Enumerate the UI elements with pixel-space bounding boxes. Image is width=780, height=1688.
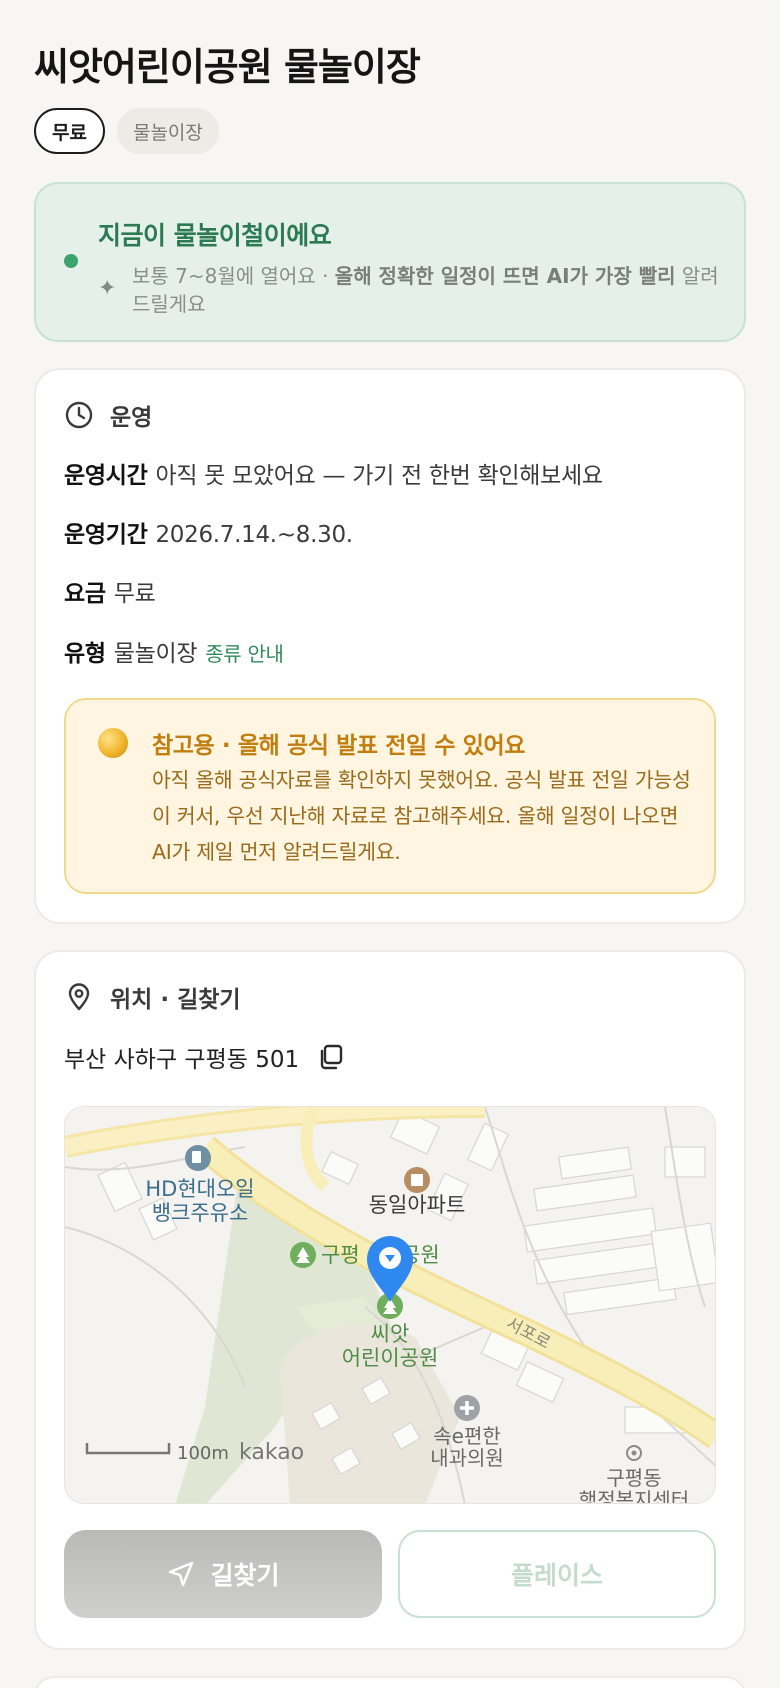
type-row: 유형 물놀이장 종류 안내 [64, 634, 284, 668]
map-pin-label: 씨앗 [371, 1322, 410, 1346]
action-buttons: 길찾기 플레이스 [64, 1530, 716, 1618]
hours-value: 아직 못 모았어요 — 가기 전 한번 확인해보세요 [155, 463, 603, 489]
operation-card: 운영 운영시간 아직 못 모았어요 — 가기 전 한번 확인해보세요 운영기간 20… [34, 368, 746, 924]
location-header: 위치 · 길찾기 [64, 980, 241, 1014]
type-chip[interactable]: 물놀이장 [116, 108, 219, 154]
map-view[interactable]: 서포로 HD현대오일 뱅크주유소 동일아파트 구평 공원 씨앗 어린이공원 속e… [64, 1106, 716, 1504]
clock-icon [65, 401, 93, 429]
operation-label: 운영 [110, 405, 153, 431]
period-row: 운영기간 2026.7.14.~8.30. [64, 515, 353, 549]
season-description: 보통 7~8월에 열어요 · 올해 정확한 일정이 뜨면 AI가 가장 빨리 알… [132, 262, 732, 318]
type-key: 유형 [64, 641, 106, 667]
route-button[interactable]: 길찾기 [64, 1530, 382, 1618]
map-brand-logo: kakao [239, 1440, 304, 1465]
fee-chip[interactable]: 무료 [34, 108, 105, 154]
type-guide-link[interactable]: 종류 안내 [205, 642, 284, 666]
hours-row: 운영시간 아직 못 모았어요 — 가기 전 한번 확인해보세요 [64, 456, 603, 490]
map-pin-label-2: 어린이공원 [342, 1346, 439, 1370]
season-text-plain: 보통 7~8월에 열어요 · [132, 264, 335, 288]
map-scale-label: 100m [177, 1443, 229, 1464]
copy-icon[interactable] [317, 1043, 345, 1071]
reference-notice: 참고용 · 올해 공식 발표 전일 수 있어요 아직 올해 공식자료를 확인하지… [64, 698, 716, 894]
address-row: 부산 사하구 구평동 501 [64, 1040, 345, 1074]
operation-header: 운영 [64, 398, 152, 432]
next-card-peek [34, 1676, 746, 1688]
location-card: 위치 · 길찾기 부산 사하구 구평동 501 서포로 HD현대오일 뱅크주유소… [34, 950, 746, 1650]
map-clinic-label: 속e편한 [433, 1424, 501, 1448]
place-button[interactable]: 플레이스 [398, 1530, 716, 1618]
location-label: 위치 · 길찾기 [110, 987, 241, 1013]
place-button-label: 플레이스 [510, 1562, 603, 1590]
hours-key: 운영시간 [64, 463, 148, 489]
map-clinic-label-2: 내과의원 [430, 1446, 504, 1470]
season-headline: 지금이 물놀이철이에요 [98, 221, 332, 250]
map-office-label: 구평동 [606, 1466, 661, 1490]
map-gas-station-label: HD현대오일 [145, 1177, 254, 1201]
type-value: 물놀이장 [113, 641, 198, 667]
status-dot-icon [64, 254, 78, 268]
map-apartment-label: 동일아파트 [369, 1193, 466, 1217]
map-park-label: 구평 [321, 1243, 360, 1267]
period-value: 2026.7.14.~8.30. [155, 522, 353, 548]
notice-headline: 참고용 · 올해 공식 발표 전일 수 있어요 [152, 733, 525, 759]
location-pin-icon [68, 983, 90, 1011]
season-banner: 지금이 물놀이철이에요 ✦ 보통 7~8월에 열어요 · 올해 정확한 일정이 … [34, 182, 746, 342]
map-office-label-2: 행정복지센터 [579, 1488, 689, 1504]
tag-chips: 무료 물놀이장 [34, 108, 219, 154]
season-text-bold: 올해 정확한 일정이 뜨면 AI가 가장 빨리 [334, 264, 676, 288]
address-text: 부산 사하구 구평동 501 [64, 1047, 300, 1073]
navigation-arrow-icon [169, 1561, 194, 1587]
detail-page: 씨앗어린이공원 물놀이장 무료 물놀이장 지금이 물놀이철이에요 ✦ 보통 7~… [0, 0, 780, 1688]
period-key: 운영기간 [64, 522, 148, 548]
fee-key: 요금 [64, 581, 106, 607]
coin-icon [98, 728, 128, 758]
fee-row: 요금 무료 [64, 574, 156, 608]
sparkle-icon: ✦ [98, 276, 117, 301]
page-title: 씨앗어린이공원 물놀이장 [34, 45, 421, 89]
map-gas-station-label-2: 뱅크주유소 [152, 1201, 249, 1225]
route-button-label: 길찾기 [210, 1562, 280, 1590]
notice-body: 아직 올해 공식자료를 확인하지 못했어요. 공식 발표 전일 가능성이 커서,… [152, 768, 691, 864]
fee-value: 무료 [113, 581, 156, 607]
